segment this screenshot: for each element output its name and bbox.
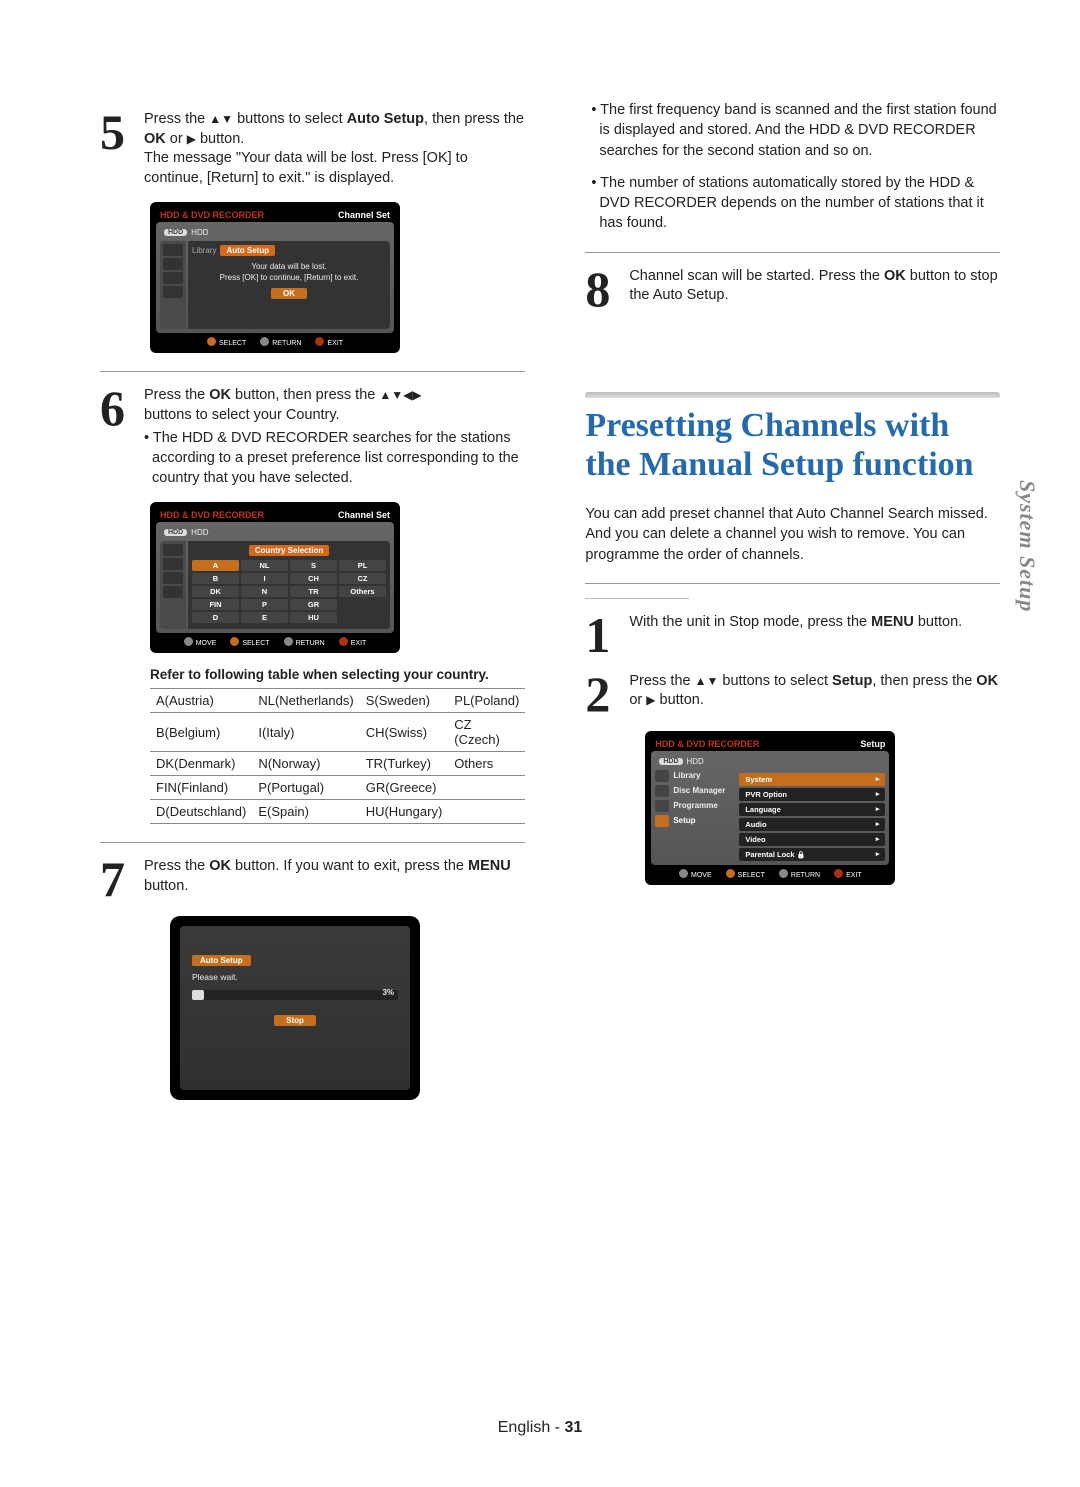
country-table: A(Austria)NL(Netherlands)S(Sweden)PL(Pol… <box>150 688 525 824</box>
menu-item-video[interactable]: Video▸ <box>739 833 885 846</box>
progress-percent: 3% <box>382 988 394 997</box>
info-bullets: • The first frequency band is scanned an… <box>585 100 1000 234</box>
exit-hint: EXIT <box>315 337 343 347</box>
tv-screenshot-setup-menu: HDD & DVD RECORDER Setup HDDHDD Library … <box>645 731 895 885</box>
up-down-icon <box>695 673 719 689</box>
auto-setup-header: Auto Setup <box>220 245 275 256</box>
select-hint: SELECT <box>207 337 246 347</box>
section-title: Presetting Channels with the Manual Setu… <box>585 406 1000 484</box>
section-side-label: System Setup <box>1014 480 1040 612</box>
please-wait-text: Please wait. <box>192 972 398 982</box>
tv-screenshot-auto-setup-confirm: HDD & DVD RECORDER Channel Set HDDHDD Li… <box>150 202 400 353</box>
step-7: 7 Press the OK button. If you want to ex… <box>100 857 525 902</box>
tv-screenshot-auto-setup-progress: Auto Setup Please wait. 3% Stop <box>170 916 420 1100</box>
step-5: 5 Press the buttons to select Auto Setup… <box>100 110 525 188</box>
menu-item-audio[interactable]: Audio▸ <box>739 818 885 831</box>
country-grid: A NL S PL B I CH CZ DK N TR <box>192 560 386 623</box>
move-hint: MOVE <box>184 637 217 647</box>
page-footer: English - 31 <box>0 1419 1080 1437</box>
menu-item-parental-lock[interactable]: Parental Lock ▸ <box>739 848 885 861</box>
divider <box>585 583 1000 584</box>
divider <box>100 842 525 843</box>
step-6: 6 Press the OK button, then press the bu… <box>100 386 525 488</box>
menu-item-pvr[interactable]: PVR Option▸ <box>739 788 885 801</box>
right-icon <box>187 131 196 147</box>
tv-context: Channel Set <box>338 210 390 220</box>
programme-icon <box>655 800 669 812</box>
return-hint: RETURN <box>260 337 301 347</box>
ok-button[interactable]: OK <box>271 288 307 299</box>
progress-bar: 3% <box>192 990 398 1000</box>
auto-setup-header: Auto Setup <box>192 955 251 966</box>
text: Press the <box>144 111 209 127</box>
setup-icon <box>655 815 669 827</box>
tv-screenshot-country-selection: HDD & DVD RECORDER Channel Set HDDHDD Co… <box>150 502 400 653</box>
country-selection-header: Country Selection <box>249 545 329 556</box>
stop-button[interactable]: Stop <box>274 1015 316 1026</box>
library-icon <box>655 770 669 782</box>
hdd-icon: HDD <box>164 529 187 536</box>
lock-icon <box>797 850 806 859</box>
hdd-icon: HDD <box>164 229 187 236</box>
country-table-title: Refer to following table when selecting … <box>150 667 525 682</box>
menu-item-language[interactable]: Language▸ <box>739 803 885 816</box>
divider <box>100 371 525 372</box>
up-down-icon <box>209 111 233 127</box>
hdd-icon: HDD <box>659 758 682 765</box>
step-8: 8 Channel scan will be started. Press th… <box>585 267 1000 312</box>
step-number: 5 <box>100 110 134 188</box>
step-1: 1 With the unit in Stop mode, press the … <box>585 613 1000 658</box>
tv-title: HDD & DVD RECORDER <box>160 210 264 220</box>
directional-icon <box>379 387 421 403</box>
tv-sidebar: Library Disc Manager Programme Setup <box>655 770 735 861</box>
menu-item-system[interactable]: System▸ <box>739 773 885 786</box>
disc-manager-icon <box>655 785 669 797</box>
tv-sidebar <box>160 241 186 329</box>
step-2: 2 Press the buttons to select Setup, the… <box>585 672 1000 717</box>
divider-small <box>585 598 689 599</box>
section-intro: You can add preset channel that Auto Cha… <box>585 504 1000 565</box>
divider <box>585 252 1000 253</box>
setup-menu-list: System▸ PVR Option▸ Language▸ Audio▸ Vid… <box>739 773 885 861</box>
